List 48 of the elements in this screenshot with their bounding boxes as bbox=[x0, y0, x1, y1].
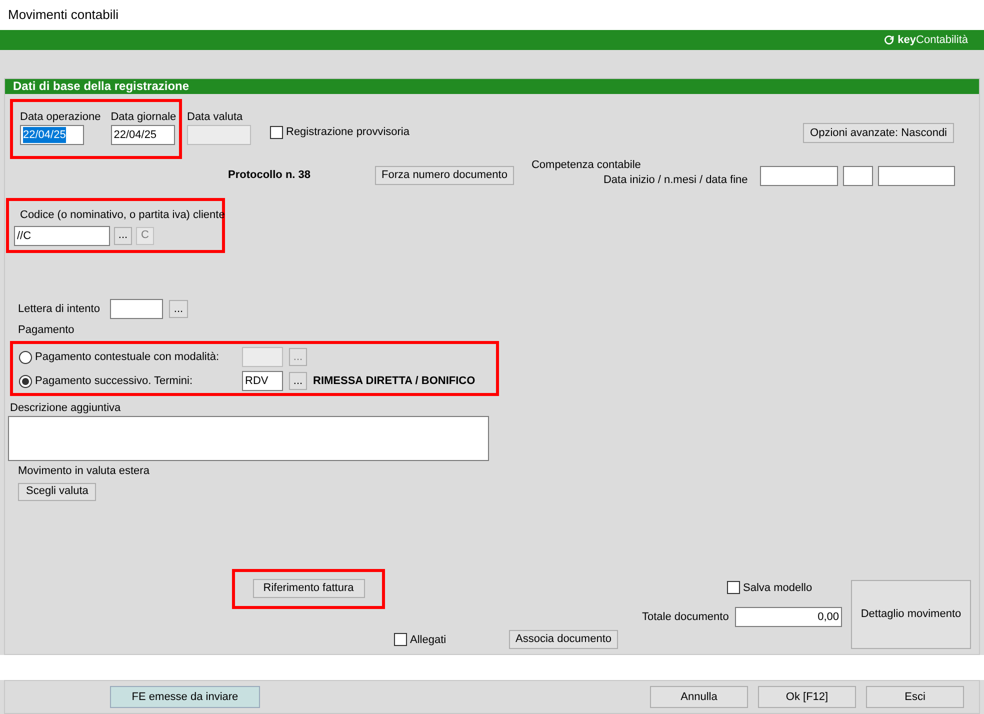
checkbox[interactable] bbox=[727, 581, 740, 594]
browse-button[interactable]: ... bbox=[114, 226, 132, 245]
date-field[interactable]: 22/04/25 bbox=[110, 125, 175, 145]
checkbox[interactable] bbox=[394, 633, 407, 646]
protocol-number: Protocollo n. 38 bbox=[228, 169, 311, 181]
input-field[interactable]: RDV bbox=[242, 371, 283, 392]
choose-currency-button[interactable]: Scegli valuta bbox=[18, 482, 96, 501]
invoice-reference-button[interactable]: Riferimento fattura bbox=[252, 579, 364, 598]
advanced-options-button[interactable]: Opzioni avanzate: Nascondi bbox=[803, 123, 954, 143]
attach-document-button[interactable]: Associa documento bbox=[509, 630, 618, 649]
browse-button[interactable]: ... bbox=[289, 372, 307, 390]
input-field[interactable] bbox=[842, 166, 873, 186]
dialog-button[interactable]: Ok [F12] bbox=[758, 686, 856, 708]
code-field[interactable]: //C bbox=[14, 226, 110, 246]
field-label: Data giornale bbox=[110, 110, 176, 125]
dialog-button[interactable]: Annulla bbox=[650, 686, 748, 708]
dialog-button[interactable]: Esci bbox=[866, 686, 964, 708]
refresh-icon bbox=[884, 35, 894, 45]
input-field[interactable] bbox=[760, 166, 838, 186]
checkbox[interactable] bbox=[270, 126, 283, 139]
force-number-button[interactable]: Forza numero documento bbox=[374, 166, 514, 185]
field-label: Data inizio / n.mesi / data fine bbox=[603, 174, 748, 186]
field-label: Lettera di intento bbox=[18, 303, 100, 316]
movement-detail-button[interactable]: Dettaglio movimento bbox=[851, 580, 971, 649]
section-label: Competenza contabile bbox=[531, 158, 642, 172]
section-header: Dati di base della registrazione bbox=[5, 79, 979, 94]
field-label: Totale documento bbox=[642, 610, 729, 623]
input-field[interactable] bbox=[878, 166, 955, 186]
checkbox-label: Registrazione provvisoria bbox=[286, 125, 410, 140]
field-label: Data valuta bbox=[187, 110, 244, 125]
total-field[interactable]: 0,00 bbox=[735, 607, 842, 628]
date-field[interactable]: 22/04/25 bbox=[20, 125, 84, 145]
field-label: Pagamento bbox=[18, 324, 74, 336]
window-title: Movimenti contabili bbox=[8, 6, 119, 24]
input-field[interactable] bbox=[110, 299, 163, 320]
radio-label: Pagamento contestuale con modalità: bbox=[35, 350, 220, 366]
field-label: Movimento in valuta estera bbox=[18, 464, 150, 477]
field-label: Descrizione aggiuntiva bbox=[10, 402, 121, 414]
brand-logo: keyContabilità bbox=[898, 32, 968, 48]
payment-terms: RIMESSA DIRETTA / BONIFICO bbox=[313, 375, 476, 388]
checkbox-label: Salva modello bbox=[743, 580, 812, 596]
radio-label: Pagamento successivo. Termini: bbox=[35, 374, 193, 390]
browse-button[interactable]: ... bbox=[169, 300, 188, 318]
pending-invoices-button[interactable]: FE emesse da inviare bbox=[110, 686, 260, 708]
checkbox-label: Allegati bbox=[410, 632, 446, 648]
description-field[interactable] bbox=[8, 416, 489, 461]
radio-button[interactable] bbox=[19, 374, 32, 388]
field-label: Data operazione bbox=[20, 110, 101, 125]
